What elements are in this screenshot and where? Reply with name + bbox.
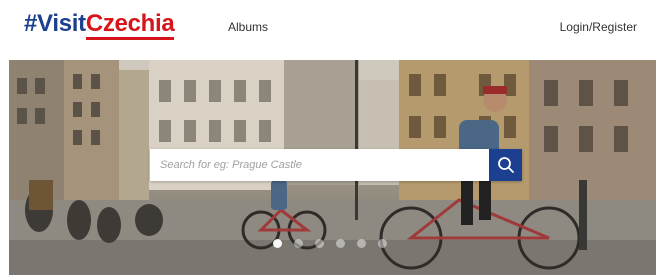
carousel-dot[interactable] xyxy=(315,239,324,248)
carousel-dots xyxy=(273,239,387,248)
search-button[interactable] xyxy=(489,149,522,181)
search-bar xyxy=(150,149,522,181)
carousel-dot[interactable] xyxy=(294,239,303,248)
carousel-dot[interactable] xyxy=(273,239,282,248)
logo-suffix: Czechia xyxy=(85,10,175,40)
carousel-dot[interactable] xyxy=(336,239,345,248)
logo-prefix: #Visit xyxy=(24,10,86,37)
site-logo[interactable]: #VisitCzechia xyxy=(24,9,175,40)
carousel-dot[interactable] xyxy=(378,239,387,248)
search-input[interactable] xyxy=(150,149,489,181)
carousel-dot[interactable] xyxy=(357,239,366,248)
top-bar: #VisitCzechia Albums Login/Register xyxy=(0,0,656,58)
search-icon xyxy=(497,157,514,173)
nav-login-register-link[interactable]: Login/Register xyxy=(560,20,637,34)
nav-albums-link[interactable]: Albums xyxy=(228,20,268,34)
